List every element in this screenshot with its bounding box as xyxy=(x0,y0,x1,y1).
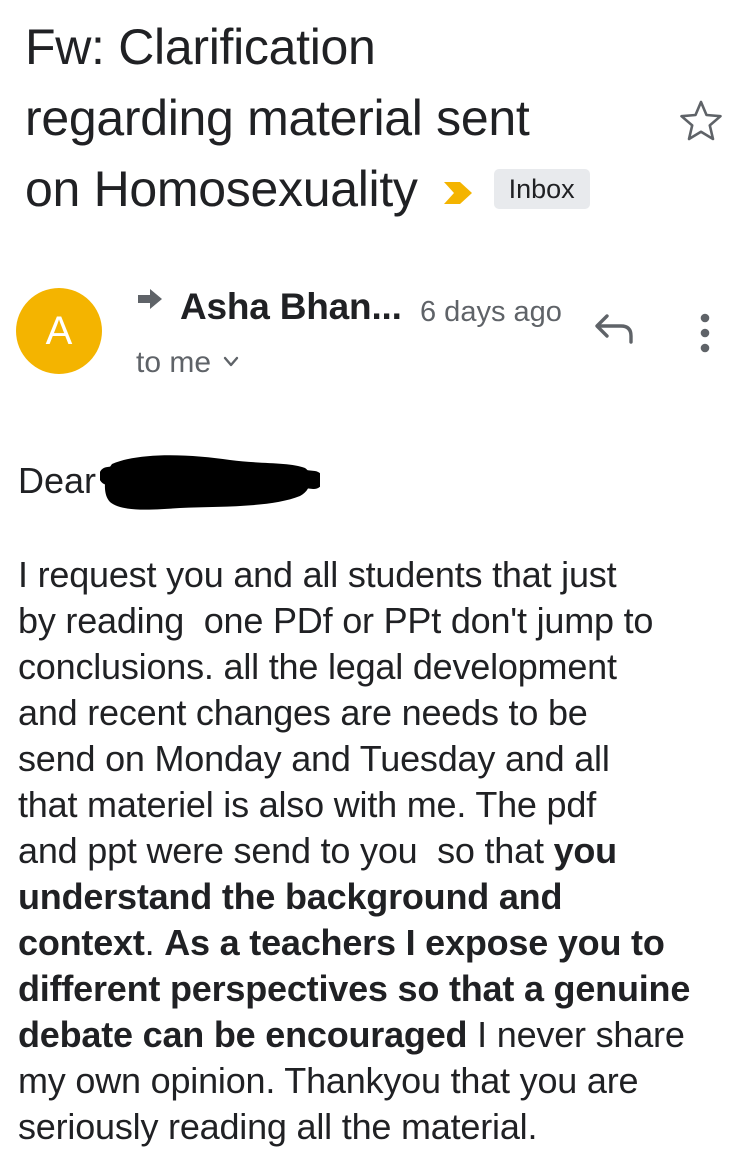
inbox-label-chip[interactable]: Inbox xyxy=(493,169,590,209)
text-segment: send on Monday and Tuesday and all xyxy=(18,738,610,779)
subject-line-2: regarding material sent xyxy=(25,90,530,146)
text-segment: by reading one PDf or PPt don't jump to xyxy=(18,600,654,641)
chevron-down-icon xyxy=(223,356,239,367)
bold-text-segment: debate can be encouraged xyxy=(18,1014,468,1055)
text-segment: I never share xyxy=(467,1014,685,1055)
recipient-label: to me xyxy=(136,346,212,379)
star-icon[interactable] xyxy=(678,98,724,144)
email-body-text: I request you and all students that just… xyxy=(18,552,733,1150)
email-subject: Fw: Clarification regarding material sen… xyxy=(25,12,665,225)
subject-line-3: on Homosexuality xyxy=(25,161,418,217)
body-line: context. As a teachers I expose you to xyxy=(18,920,733,966)
sent-time: 6 days ago xyxy=(420,296,562,328)
body-line: that materiel is also with me. The pdf xyxy=(18,782,733,828)
bold-text-segment: you xyxy=(553,830,618,871)
bold-text-segment: understand the background and xyxy=(18,876,563,917)
text-segment: I request you and all students that just xyxy=(18,554,617,595)
forwarded-arrow-icon xyxy=(138,289,162,309)
body-line: seriously reading all the material. xyxy=(18,1104,733,1150)
bold-text-segment: context xyxy=(18,922,145,963)
subject-line-1: Fw: Clarification xyxy=(25,19,376,75)
bold-text-segment: different perspectives so that a genuine xyxy=(18,968,691,1009)
body-line: conclusions. all the legal development xyxy=(18,644,733,690)
body-line: debate can be encouraged I never share xyxy=(18,1012,733,1058)
body-line: different perspectives so that a genuine xyxy=(18,966,733,1012)
text-segment: that materiel is also with me. The pdf xyxy=(18,784,596,825)
sender-avatar[interactable]: A xyxy=(16,288,102,374)
greeting: Dear xyxy=(18,460,97,501)
importance-marker-icon[interactable] xyxy=(440,178,476,208)
text-segment: . xyxy=(144,922,165,963)
text-segment: and recent changes are needs to be xyxy=(18,692,588,733)
sender-name[interactable]: Asha Bhan... xyxy=(180,286,402,328)
body-line: I request you and all students that just xyxy=(18,552,733,598)
body-line: understand the background and xyxy=(18,874,733,920)
text-segment: my own opinion. Thankyou that you are xyxy=(18,1060,639,1101)
text-segment: seriously reading all the material. xyxy=(18,1106,538,1147)
text-segment: and ppt were send to you so that xyxy=(18,830,554,871)
body-line: and recent changes are needs to be xyxy=(18,690,733,736)
text-segment: conclusions. all the legal development xyxy=(18,646,617,687)
more-options-icon[interactable] xyxy=(690,310,720,356)
body-line: and ppt were send to you so that you xyxy=(18,828,733,874)
body-line: by reading one PDf or PPt don't jump to xyxy=(18,598,733,644)
redaction-scribble xyxy=(100,455,320,510)
body-line: send on Monday and Tuesday and all xyxy=(18,736,733,782)
recipient-toggle[interactable]: to me xyxy=(136,346,239,380)
reply-icon[interactable] xyxy=(593,310,637,346)
bold-text-segment: As a teachers I expose you to xyxy=(164,922,665,963)
body-line: my own opinion. Thankyou that you are xyxy=(18,1058,733,1104)
